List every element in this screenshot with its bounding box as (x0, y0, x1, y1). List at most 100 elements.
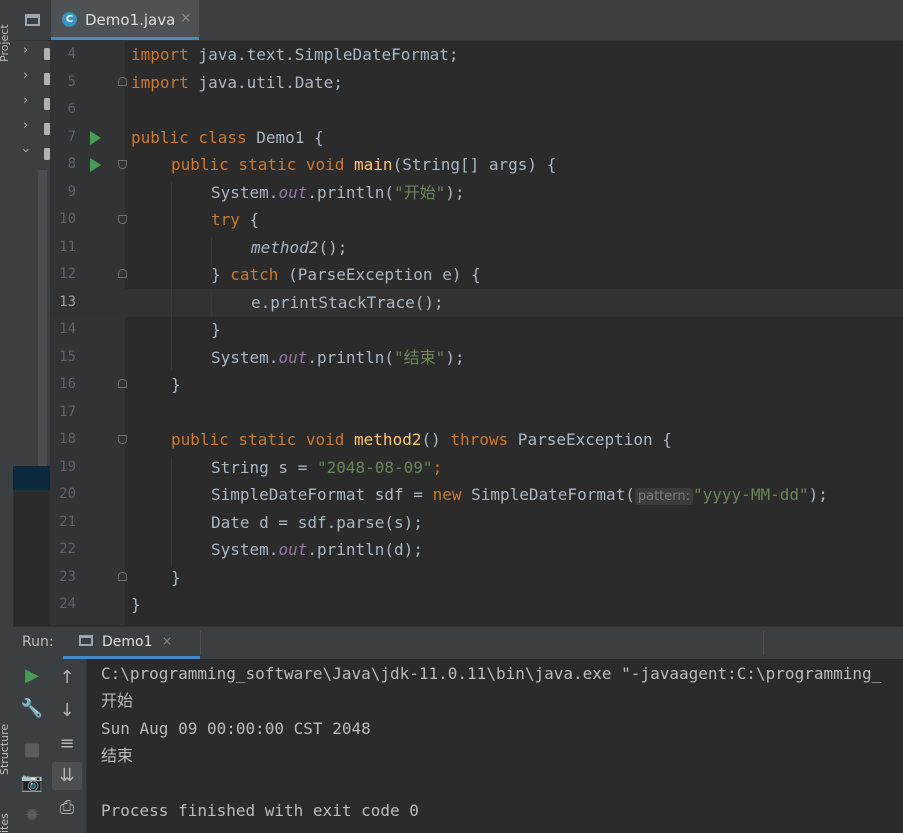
code-line-10: try { (211, 210, 260, 229)
run-panel-label: Run: (22, 634, 54, 650)
code-line-15: System.out.println("结束"); (211, 348, 465, 367)
tree-node[interactable]: › (18, 143, 50, 168)
code-line-4: import java.text.SimpleDateFormat; (131, 45, 459, 64)
code-line-24: } (131, 595, 141, 614)
run-tab-title: Demo1 (102, 634, 153, 650)
code-line-21: Date d = sdf.parse(s); (211, 513, 423, 532)
line-number: 14 (59, 321, 76, 337)
console-icon (79, 635, 93, 646)
code-line-8: public static void main(String[] args) { (171, 155, 557, 174)
tree-node[interactable]: › (20, 118, 50, 143)
console-line: Process finished with exit code 0 (101, 801, 419, 820)
line-number: 10 (59, 211, 76, 227)
current-line-highlight (50, 289, 903, 317)
code-line-7: public class Demo1 { (131, 128, 324, 147)
code-line-23: } (171, 568, 181, 587)
chevron-right-icon[interactable]: › (23, 43, 28, 58)
tree-selected-row[interactable] (13, 466, 50, 490)
tool-window-strip: Project Structure ites (0, 0, 14, 833)
code-line-19: String s = "2048-08-09"; (211, 458, 443, 477)
up-arrow-icon[interactable]: ↑ (52, 667, 82, 688)
console-line: Sun Aug 09 00:00:00 CST 2048 (101, 719, 371, 738)
fold-icon[interactable] (118, 379, 127, 388)
line-number: 5 (67, 74, 76, 90)
code-line-12: } catch (ParseException e) { (211, 265, 481, 284)
editor-tab-demo1[interactable]: C Demo1.java × (51, 0, 199, 40)
soft-wrap-icon[interactable]: ≡ (52, 733, 82, 754)
scroll-to-end-icon[interactable]: ⇊ (52, 762, 82, 790)
print-icon[interactable]: ⎙ (52, 797, 82, 818)
console-line: C:\programming_software\Java\jdk-11.0.11… (101, 664, 882, 683)
code-line-9: System.out.println("开始"); (211, 183, 465, 202)
chevron-right-icon[interactable]: › (23, 118, 28, 133)
fold-icon[interactable] (118, 160, 127, 169)
fold-icon[interactable] (118, 215, 127, 224)
wrench-icon[interactable]: 🔧 (17, 698, 47, 719)
fold-icon[interactable] (118, 435, 127, 444)
run-toolbar-primary: ▶ 🔧 ■ 📷 ✹ (13, 659, 49, 833)
run-gutter-icon[interactable] (90, 131, 101, 145)
bug-icon[interactable]: ✹ (17, 805, 47, 826)
line-number: 4 (67, 46, 76, 62)
tree-scrollbar[interactable] (38, 170, 47, 482)
close-icon[interactable]: × (162, 634, 172, 648)
line-number: 8 (67, 156, 76, 172)
tree-node[interactable]: › (20, 93, 50, 118)
line-number: 23 (59, 569, 76, 585)
favorites-tool-label[interactable]: ites (0, 813, 11, 833)
run-panel-header: Run: Demo1 × (13, 626, 903, 660)
fold-icon[interactable] (118, 572, 127, 581)
fold-icon[interactable] (118, 269, 127, 278)
code-line-13: e.printStackTrace(); (251, 293, 444, 312)
line-number: 20 (59, 486, 76, 502)
line-number: 22 (59, 541, 76, 557)
structure-tool-label[interactable]: Structure (0, 724, 11, 775)
code-line-18: public static void method2() throws Pars… (171, 430, 672, 449)
line-number: 21 (59, 514, 76, 530)
divider (200, 631, 201, 655)
divider (763, 631, 764, 655)
project-icon[interactable] (25, 14, 40, 26)
line-number: 6 (67, 101, 76, 117)
line-number: 17 (59, 404, 76, 420)
close-icon[interactable]: × (180, 10, 192, 26)
console-line: 结束 (101, 746, 134, 765)
code-line-5: import java.util.Date; (131, 73, 343, 92)
code-line-16: } (171, 375, 181, 394)
tab-title: Demo1.java (85, 11, 176, 29)
code-line-11: method2(); (251, 238, 348, 257)
chevron-right-icon[interactable]: › (23, 93, 28, 108)
camera-icon[interactable]: 📷 (17, 772, 47, 793)
indent-guide (171, 457, 172, 567)
chevron-down-icon[interactable]: › (18, 148, 33, 153)
rerun-icon[interactable]: ▶ (17, 665, 47, 686)
line-number: 19 (59, 459, 76, 475)
project-tool-label[interactable]: Project (0, 24, 11, 62)
line-number: 12 (59, 266, 76, 282)
run-gutter-icon[interactable] (90, 158, 101, 172)
run-tab-demo1[interactable]: Demo1 × (63, 627, 200, 659)
line-number-current: 13 (59, 294, 76, 310)
down-arrow-icon[interactable]: ↓ (52, 700, 82, 721)
stop-icon[interactable]: ■ (17, 739, 47, 760)
line-number: 18 (59, 431, 76, 447)
tree-node[interactable]: › (20, 43, 50, 68)
code-line-22: System.out.println(d); (211, 540, 423, 559)
line-number: 15 (59, 349, 76, 365)
fold-icon[interactable] (118, 77, 127, 86)
line-number: 24 (59, 596, 76, 612)
parameter-hint: pattern: (634, 488, 694, 505)
line-number: 16 (59, 376, 76, 392)
indent-guide (211, 292, 212, 317)
console-line: 开始 (101, 691, 134, 710)
tree-node[interactable]: › (20, 68, 50, 93)
line-number: 11 (59, 239, 76, 255)
code-line-20: SimpleDateFormat sdf = new SimpleDateFor… (211, 485, 828, 505)
class-c-icon: C (62, 12, 77, 27)
line-number: 7 (67, 129, 76, 145)
run-toolbar-secondary: ↑ ↓ ≡ ⇊ ⎙ (49, 659, 87, 833)
code-line-14: } (211, 320, 221, 339)
line-number: 9 (67, 184, 76, 200)
indent-guide (171, 182, 172, 370)
chevron-right-icon[interactable]: › (23, 68, 28, 83)
